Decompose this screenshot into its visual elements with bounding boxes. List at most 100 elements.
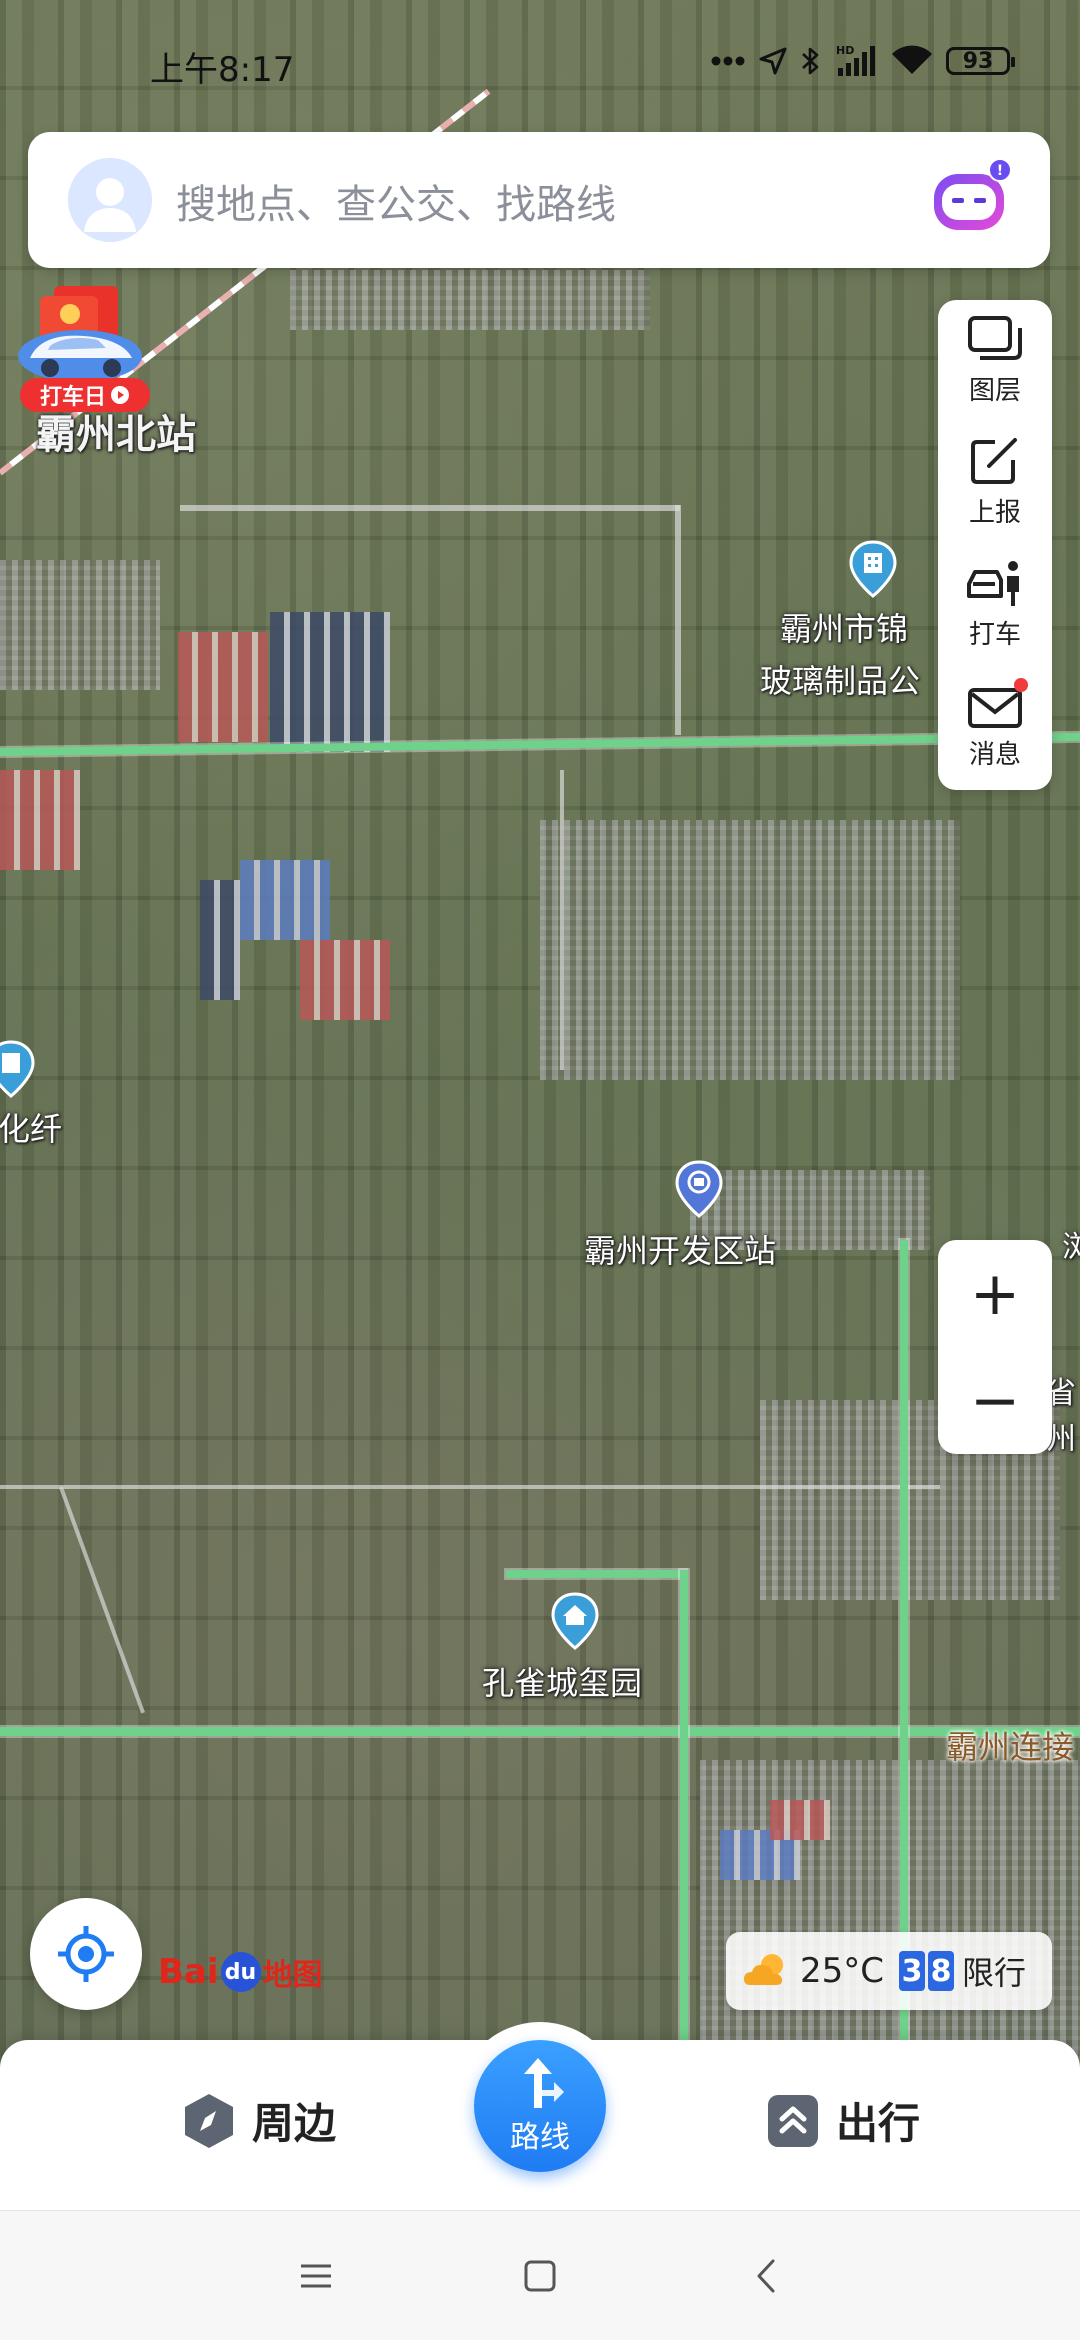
minor-road: [0, 1485, 940, 1489]
search-input[interactable]: 搜地点、查公交、找路线: [176, 172, 616, 230]
logo-bai: Bai: [158, 1952, 219, 1992]
assistant-badge: !: [997, 163, 1003, 179]
zoom-out-button[interactable]: −: [938, 1347, 1052, 1454]
menu-lines-icon: [301, 2264, 331, 2288]
play-circle-icon: [111, 386, 129, 404]
tool-label: 上报: [968, 498, 1021, 528]
wifi-icon: [892, 45, 932, 74]
map-label-company-2[interactable]: 玻璃制品公: [760, 656, 920, 702]
highlighted-road: [506, 1570, 686, 1578]
highlighted-road: [680, 1570, 688, 2040]
building-pin-icon[interactable]: [848, 540, 898, 598]
village-area: [700, 1760, 1080, 2060]
map-label-residence[interactable]: 孔雀城玺园: [482, 1658, 642, 1704]
map-label-company-1[interactable]: 霸州市锦: [780, 604, 908, 650]
tool-label: 消息: [968, 740, 1021, 770]
promo-text: 打车日: [39, 385, 106, 410]
avatar[interactable]: [68, 158, 152, 242]
tool-layers[interactable]: 图层: [938, 300, 1052, 420]
tool-report[interactable]: 上报: [938, 422, 1052, 542]
building-block: [770, 1800, 830, 1840]
building-block: [300, 940, 390, 1020]
layers-icon: [968, 316, 1022, 360]
report-edit-icon: [971, 438, 1017, 484]
baidu-map-logo: Bai du 地图: [158, 1950, 323, 1994]
taxi-person-icon: [967, 561, 1019, 606]
highlighted-road: [0, 1727, 1080, 1736]
sun-cloud-icon: [744, 1954, 783, 1985]
map-tool-panel: 图层 上报 打车 消息: [938, 300, 1052, 790]
user-avatar-icon: [68, 158, 152, 242]
minor-road: [675, 505, 681, 735]
status-bar: 上午8:17 HD 93: [0, 36, 1080, 92]
highlighted-road: [0, 732, 1080, 756]
red-envelope-car-icon: [18, 286, 142, 382]
residence-pin-icon[interactable]: [550, 1592, 600, 1650]
promo-label[interactable]: 打车日: [20, 378, 150, 412]
map-label-dev-zone-station[interactable]: 霸州开发区站: [584, 1226, 776, 1272]
zoom-control: + −: [938, 1240, 1052, 1454]
tool-messages[interactable]: 消息: [938, 666, 1052, 786]
tool-label: 打车: [968, 620, 1021, 650]
travel-chevron-icon: [768, 2094, 818, 2147]
unread-dot: [1014, 678, 1028, 692]
map-label-edge: 浏: [1062, 1230, 1080, 1265]
building-block: [270, 612, 390, 752]
tool-label: 图层: [968, 376, 1021, 406]
back-chevron-icon: [757, 2259, 775, 2293]
logo-ditu: 地图: [262, 1958, 323, 1993]
logo-du: du: [220, 1952, 261, 1992]
taxi-day-promo[interactable]: 打车日: [14, 284, 150, 414]
zoom-in-button[interactable]: +: [938, 1240, 1052, 1347]
home-button[interactable]: [510, 2251, 570, 2301]
highlighted-road: [900, 1240, 908, 2040]
tool-taxi[interactable]: 打车: [938, 544, 1052, 664]
locate-me-button[interactable]: [30, 1898, 142, 2010]
battery-icon: 93: [946, 47, 1015, 75]
route-button[interactable]: 路线: [474, 2040, 606, 2172]
travel-label: 出行: [836, 2099, 921, 2148]
map-label-fiber[interactable]: 化纤: [0, 1104, 62, 1150]
village-area: [540, 820, 960, 1080]
more-dots-icon: [711, 56, 745, 66]
status-time: 上午8:17: [150, 50, 295, 90]
temperature-text: 25°C: [800, 1951, 885, 1991]
nearby-button[interactable]: 周边: [180, 2090, 336, 2151]
minor-road: [59, 1486, 145, 1714]
status-icons: HD 93: [710, 44, 1015, 78]
weather-widget[interactable]: 25°C 3 8 限行: [726, 1932, 1052, 2010]
bluetooth-icon: [802, 47, 819, 75]
building-pin-icon[interactable]: [0, 1040, 36, 1098]
minor-road: [180, 505, 680, 511]
building-block: [200, 880, 240, 1000]
route-label: 路线: [510, 2120, 570, 2155]
traffic-limit-label: 限行: [962, 1954, 1027, 1992]
minor-road: [560, 770, 564, 1070]
travel-button[interactable]: 出行: [764, 2090, 920, 2151]
route-arrow-icon: [524, 2058, 564, 2108]
ai-assistant-button[interactable]: !: [930, 158, 1014, 242]
nearby-label: 周边: [252, 2099, 337, 2148]
road-label[interactable]: 霸州连接: [946, 1722, 1074, 1768]
battery-level: 93: [962, 48, 994, 74]
limit-digit: 8: [928, 1951, 955, 1991]
system-nav-bar: [0, 2210, 1080, 2340]
back-button[interactable]: [736, 2251, 796, 2301]
limit-digit: 3: [899, 1951, 926, 1991]
crosshair-icon: [58, 1926, 114, 1982]
location-arrow-icon: [759, 47, 787, 75]
traffic-limit-plates: 3 8: [896, 1951, 955, 1991]
screen: 霸州北站 霸州市锦 玻璃制品公 化纤 霸州开发区站 孔雀城玺园 霸州连接 浏 省…: [0, 0, 1080, 2340]
compass-hexagon-icon: [185, 2093, 233, 2148]
village-area: [0, 560, 160, 690]
signal-hd-icon: HD: [836, 44, 875, 76]
svg-text:HD: HD: [836, 44, 854, 57]
village-area: [290, 270, 650, 330]
menu-button[interactable]: [286, 2251, 346, 2301]
search-bar[interactable]: 搜地点、查公交、找路线 !: [28, 132, 1050, 268]
station-pin-icon[interactable]: [674, 1160, 724, 1218]
building-block: [178, 632, 268, 742]
home-square-icon: [524, 2260, 556, 2292]
building-block: [0, 770, 80, 870]
assistant-robot-icon: !: [934, 158, 1012, 230]
